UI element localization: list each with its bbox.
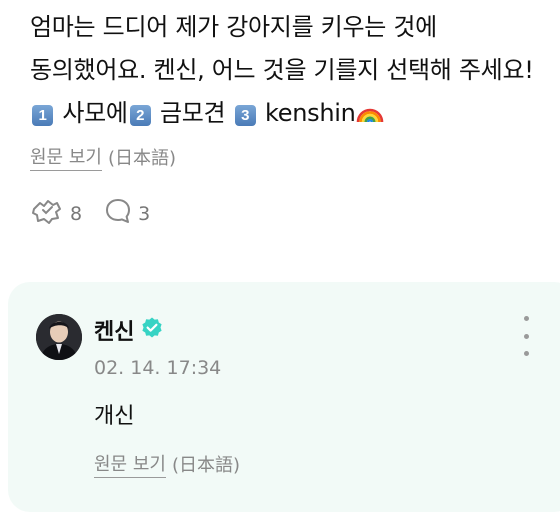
comment-timestamp: 02. 14. 17:34 — [94, 357, 222, 379]
keycap-2-emoji: 2 — [129, 105, 151, 126]
post-actions: 8 3 — [30, 197, 550, 230]
like-count: 8 — [70, 202, 83, 225]
post: 엄마는 드디어 제가 강아지를 키우는 것에 동의했어요. 켄신, 어느 것을 … — [30, 6, 550, 230]
post-translate-row: 원문 보기 (日本語) — [30, 143, 550, 171]
comment-author-row: 켄신 — [94, 314, 164, 346]
option-2-text: 금모견 — [152, 99, 233, 127]
more-options-icon[interactable] — [516, 314, 536, 358]
comment-original-language-label: (日本語) — [171, 455, 241, 476]
like-button[interactable]: 8 — [30, 197, 82, 230]
rainbow-emoji — [356, 94, 384, 137]
comment-translate-row: 원문 보기 (日本語) — [94, 450, 240, 478]
comment-view-original-link[interactable]: 원문 보기 — [94, 450, 166, 478]
comment-count: 3 — [138, 202, 151, 225]
option-1-text: 사모에 — [55, 99, 128, 127]
avatar[interactable] — [36, 314, 82, 360]
view-original-link[interactable]: 원문 보기 — [30, 143, 102, 171]
post-text: 엄마는 드디어 제가 강아지를 키우는 것에 동의했어요. 켄신, 어느 것을 … — [30, 6, 550, 137]
like-icon — [30, 197, 64, 230]
comment-author-name[interactable]: 켄신 — [94, 314, 134, 346]
comment-icon — [104, 197, 132, 230]
verified-badge-icon — [140, 316, 164, 344]
original-language-label: (日本語) — [107, 148, 177, 169]
comment-button[interactable]: 3 — [104, 197, 150, 230]
keycap-3-emoji: 3 — [234, 105, 256, 126]
comment-card: 켄신 02. 14. 17:34 개신 원문 보기 (日本語) — [8, 282, 560, 512]
comment-body: 개신 — [94, 404, 135, 429]
post-text-main: 엄마는 드디어 제가 강아지를 키우는 것에 동의했어요. 켄신, 어느 것을 … — [30, 13, 541, 84]
option-3-text: kenshin — [257, 99, 356, 127]
keycap-1-emoji: 1 — [32, 105, 53, 126]
